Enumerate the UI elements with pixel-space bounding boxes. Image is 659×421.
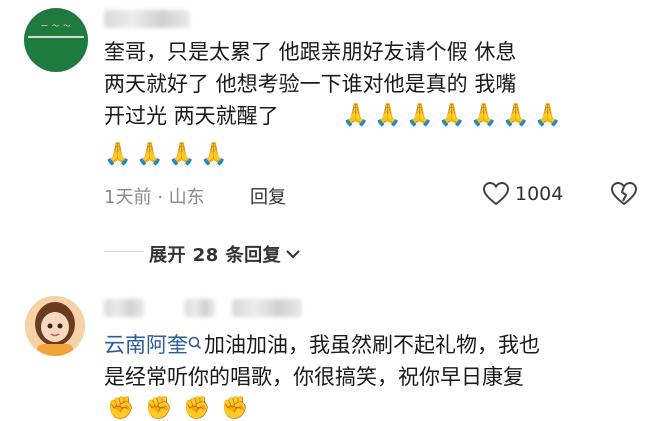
raised-fist-icon: ✊ (221, 396, 249, 421)
raised-fist-icon: ✊ (107, 396, 135, 421)
emoji-row: ✊ ✊ ✊ ✊ (102, 396, 254, 421)
folded-hands-icon: 🙏 (534, 103, 562, 128)
avatar-decoration (28, 36, 84, 38)
comment-text-line-1: 奎哥，只是太累了 他跟亲朋好友请个假 休息 (104, 40, 517, 64)
folded-hands-icon: 🙏 (136, 142, 164, 167)
folded-hands-icon: 🙏 (104, 142, 132, 167)
blurred-badge (185, 299, 215, 317)
blurred-username[interactable] (104, 299, 144, 317)
commenter-avatar[interactable]: 一 ～ ～ (24, 8, 88, 72)
folded-hands-icon: 🙏 (406, 103, 434, 128)
raised-fist-icon: ✊ (183, 396, 211, 421)
raised-fist-icon: ✊ (145, 396, 173, 421)
dislike-heart-icon (611, 182, 637, 206)
comment-location: 山东 (168, 187, 205, 208)
comment-time: 1天前 (104, 187, 152, 208)
folded-hands-icon: 🙏 (200, 142, 228, 167)
folded-hands-icon: 🙏 (168, 142, 196, 167)
emoji-row-1: 🙏 🙏 🙏 🙏 🙏 🙏 🙏 (340, 101, 564, 131)
commenter-avatar[interactable] (25, 296, 85, 356)
comment-meta: 1天前 · 山东 (104, 183, 205, 209)
comment-text-line-3: 开过光 两天就醒了 (104, 104, 279, 128)
folded-hands-icon: 🙏 (470, 103, 498, 128)
heart-icon (483, 182, 509, 206)
search-badge-icon (188, 336, 202, 352)
expand-divider (104, 251, 144, 252)
blurred-info (232, 299, 302, 317)
folded-hands-icon: 🙏 (438, 103, 466, 128)
dislike-button[interactable] (611, 182, 637, 206)
expand-replies-button[interactable]: 展开 28 条回复 (149, 241, 301, 267)
folded-hands-icon: 🙏 (374, 103, 402, 128)
author-name[interactable]: 云南阿奎 (104, 333, 188, 357)
folded-hands-icon: 🙏 (342, 103, 370, 128)
meta-dot: · (157, 187, 163, 208)
chevron-down-icon (285, 248, 301, 260)
like-button[interactable]: 1004 (483, 182, 563, 206)
reply-button[interactable]: 回复 (250, 183, 286, 209)
comment2-line-1: 云南阿奎 加油加油，我虽然刷不起礼物，我也 (104, 330, 540, 362)
blurred-username[interactable] (104, 10, 190, 28)
emoji-row-2: 🙏 🙏 🙏 🙏 (102, 140, 230, 170)
avatar-logo: 一 ～ ～ (40, 22, 72, 30)
expand-replies-label: 展开 28 条回复 (149, 245, 282, 266)
comment-text-line-2: 是经常听你的唱歌，你很搞笑，祝你早日康复 (104, 365, 524, 389)
comment-text-line-2: 两天就好了 他想考验一下谁对他是真的 我嘴 (104, 72, 517, 96)
folded-hands-icon: 🙏 (502, 103, 530, 128)
like-count: 1004 (515, 183, 564, 205)
comment-text-line-1: 加油加油，我虽然刷不起礼物，我也 (204, 333, 540, 357)
